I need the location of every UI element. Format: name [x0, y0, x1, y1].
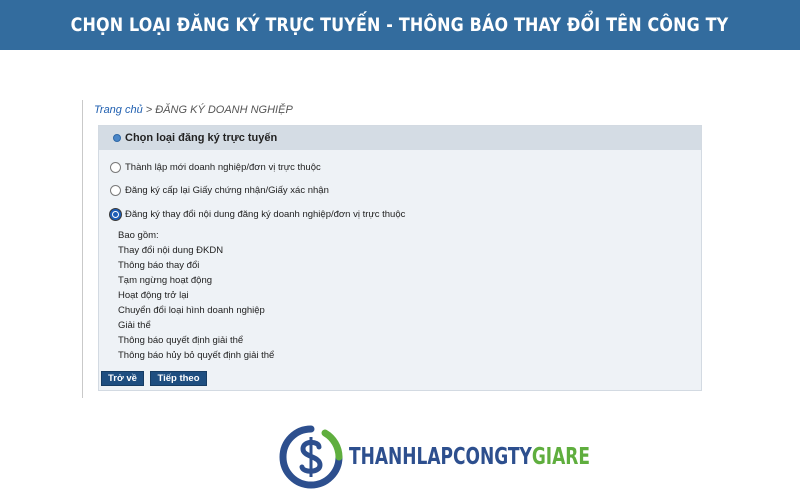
breadcrumb-current: ĐĂNG KÝ DOANH NGHIỆP [155, 104, 293, 116]
radio-change-registration[interactable] [110, 209, 121, 220]
panel-header: Chọn loại đăng ký trực tuyến [99, 126, 701, 150]
includes-label: Bao gồm: [118, 230, 159, 241]
list-item: Hoạt động trở lại [118, 290, 189, 301]
dollar-coin-icon [279, 425, 343, 489]
logo-text: THANHLAPCONGTYGIARE [349, 444, 590, 470]
breadcrumb: Trang chủ > ĐĂNG KÝ DOANH NGHIỆP [94, 104, 293, 116]
option-change-registration[interactable]: Đăng ký thay đổi nội dung đăng ký doanh … [110, 209, 405, 220]
next-button[interactable]: Tiếp theo [150, 371, 207, 386]
list-item: Thông báo thay đổi [118, 260, 200, 271]
panel-title: Chọn loại đăng ký trực tuyến [125, 132, 278, 144]
list-item: Tạm ngừng hoạt động [118, 275, 213, 286]
breadcrumb-separator: > [142, 104, 156, 116]
radio-reissue-certificate[interactable] [110, 185, 121, 196]
radio-new-enterprise[interactable] [110, 162, 121, 173]
breadcrumb-home-link[interactable]: Trang chủ [94, 104, 143, 116]
list-item: Giải thể [118, 320, 151, 331]
logo-text-part1: THANHLAPCONGTY [349, 444, 532, 470]
back-button[interactable]: Trở về [101, 371, 144, 386]
list-item: Chuyển đổi loại hình doanh nghiệp [118, 305, 265, 316]
list-item: Thay đổi nội dung ĐKDN [118, 245, 224, 256]
list-item: Thông báo quyết định giải thể [118, 335, 244, 346]
top-banner: CHỌN LOẠI ĐĂNG KÝ TRỰC TUYẾN - THÔNG BÁO… [0, 0, 800, 50]
content-divider [82, 100, 83, 398]
option-reissue-certificate[interactable]: Đăng ký cấp lại Giấy chứng nhận/Giấy xác… [110, 185, 329, 196]
option-label: Thành lập mới doanh nghiệp/đơn vị trực t… [125, 162, 321, 173]
brand-logo: THANHLAPCONGTYGIARE [279, 425, 675, 489]
includes-list: Bao gồm: Thay đổi nội dung ĐKDN Thông bá… [118, 228, 274, 363]
option-new-enterprise[interactable]: Thành lập mới doanh nghiệp/đơn vị trực t… [110, 162, 321, 173]
list-item: Thông báo hủy bỏ quyết định giải thể [118, 350, 275, 361]
option-label: Đăng ký cấp lại Giấy chứng nhận/Giấy xác… [125, 185, 329, 196]
registration-type-panel: Chọn loại đăng ký trực tuyến Thành lập m… [98, 125, 702, 391]
banner-title: CHỌN LOẠI ĐĂNG KÝ TRỰC TUYẾN - THÔNG BÁO… [71, 14, 729, 36]
logo-text-part2: GIARE [531, 444, 591, 470]
info-icon [113, 134, 121, 142]
option-label: Đăng ký thay đổi nội dung đăng ký doanh … [125, 209, 406, 220]
